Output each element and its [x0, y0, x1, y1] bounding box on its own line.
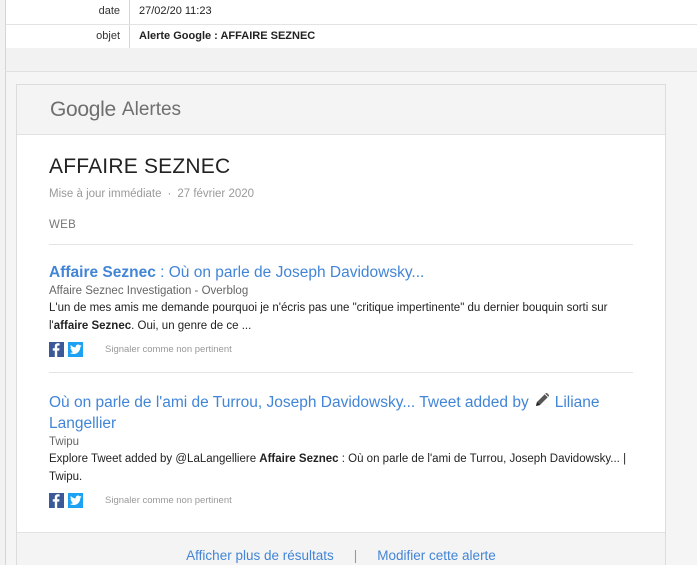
result-title-link[interactable]: Où on parle de l'ami de Turrou, Joseph D…: [49, 391, 633, 433]
alert-date: 27 février 2020: [177, 188, 255, 200]
alert-card: Google Alertes AFFAIRE SEZNEC Mise à jou…: [16, 84, 666, 565]
meta-label: objet: [6, 25, 130, 48]
snippet-text: . Oui, un genre de ce ...: [131, 320, 252, 332]
result-snippet: Explore Tweet added by @LaLangelliere Af…: [49, 450, 633, 486]
alert-card-footer: Afficher plus de résultats | Modifier ce…: [17, 532, 665, 565]
result-title-link[interactable]: Affaire Seznec : Où on parle de Joseph D…: [49, 263, 633, 282]
result-title-bold: Affaire Seznec: [49, 264, 156, 281]
alerts-label: Alertes: [121, 98, 182, 120]
share-bar: Signaler comme non pertinent: [49, 493, 633, 508]
meta-row-subject: objet Alerte Google : AFFAIRE SEZNEC: [6, 24, 697, 48]
snippet-bold: Affaire Seznec: [259, 453, 339, 465]
pencil-icon: [533, 391, 551, 414]
alert-title: AFFAIRE SEZNEC: [49, 155, 231, 178]
meta-value-date: 27/02/20 11:23: [139, 5, 212, 17]
alert-subline: Mise à jour immédiate · 27 février 2020: [49, 188, 633, 200]
edit-alert-link[interactable]: Modifier cette alerte: [377, 548, 496, 565]
facebook-icon[interactable]: [49, 493, 64, 508]
result-title-pre: Où on parle de l'ami de Turrou, Joseph D…: [49, 394, 529, 411]
result-source: Twipu: [49, 436, 80, 448]
meta-label: date: [6, 0, 130, 24]
share-bar: Signaler comme non pertinent: [49, 342, 633, 357]
google-logo: Google: [50, 97, 116, 121]
alert-content: AFFAIRE SEZNEC Mise à jour immédiate · 27 …: [17, 135, 665, 523]
section-label: WEB: [49, 219, 77, 231]
result-title-rest: : Où on parle de Joseph Davidowsky...: [155, 264, 425, 281]
snippet-text: Explore Tweet added by @LaLangelliere: [49, 453, 260, 465]
meta-value-subject: Alerte Google : AFFAIRE SEZNEC: [139, 30, 316, 42]
facebook-icon[interactable]: [49, 342, 64, 357]
result-source: Affaire Seznec Investigation - Overblog: [49, 285, 249, 297]
twitter-icon[interactable]: [68, 342, 83, 357]
footer-separator: |: [353, 548, 358, 563]
email-meta-table: date 27/02/20 11:23 objet Alerte Google …: [5, 0, 697, 49]
twitter-icon[interactable]: [68, 493, 83, 508]
report-link[interactable]: Signaler comme non pertinent: [105, 344, 232, 355]
result-item: Affaire Seznec : Où on parle de Joseph D…: [49, 245, 633, 373]
subline-separator: ·: [167, 188, 172, 200]
result-snippet: L'un de mes amis me demande pourquoi je …: [49, 299, 633, 335]
meta-row-date: date 27/02/20 11:23: [6, 0, 697, 24]
meta-spacer: [5, 48, 697, 72]
alert-card-header: Google Alertes: [17, 85, 665, 135]
alert-frequency: Mise à jour immédiate: [49, 188, 162, 200]
show-more-results-link[interactable]: Afficher plus de résultats: [186, 548, 334, 565]
snippet-bold: affaire Seznec: [53, 320, 132, 332]
report-link[interactable]: Signaler comme non pertinent: [105, 495, 232, 506]
result-item: Où on parle de l'ami de Turrou, Joseph D…: [49, 373, 633, 523]
